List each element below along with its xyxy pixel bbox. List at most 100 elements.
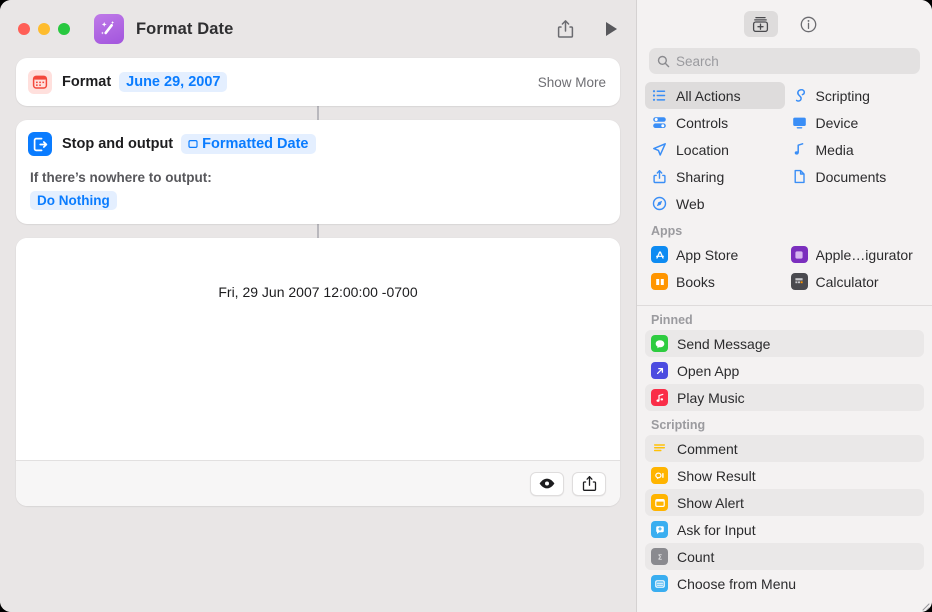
- scripting-icon: [791, 87, 808, 104]
- pinned-section: Pinned Send Message Open App Play Music: [637, 306, 932, 411]
- app-store-icon: [651, 246, 668, 263]
- eye-icon[interactable]: [530, 471, 564, 496]
- minimize-button[interactable]: [38, 23, 50, 35]
- messages-icon: [651, 335, 668, 352]
- books-icon: [651, 273, 668, 290]
- share-icon: [651, 168, 668, 185]
- display-icon: [791, 114, 808, 131]
- apple-configurator-icon: [790, 246, 808, 263]
- category-grid: All Actions Scripting Controls Device Lo…: [637, 74, 932, 217]
- controls-icon: [651, 114, 668, 131]
- search-input[interactable]: Search: [649, 48, 920, 74]
- category-scripting[interactable]: Scripting: [785, 82, 925, 109]
- category-label: All Actions: [676, 87, 741, 104]
- shortcuts-window: Format Date Format June 29, 2007 Show Mo…: [0, 0, 932, 612]
- resize-handle[interactable]: [918, 598, 930, 611]
- section-header-apps: Apps: [651, 224, 683, 238]
- list-item-choose-from-menu[interactable]: Choose from Menu: [645, 570, 924, 597]
- category-device[interactable]: Device: [785, 109, 925, 136]
- share-icon[interactable]: [572, 471, 606, 496]
- app-label: Calculator: [815, 273, 879, 290]
- magic-wand-icon: [94, 14, 124, 44]
- calendar-icon: [28, 70, 52, 94]
- apps-section: App Store Apple…igurator Books Calculato…: [637, 241, 932, 303]
- open-app-icon: [651, 362, 668, 379]
- document-icon: [791, 168, 808, 185]
- close-button[interactable]: [18, 23, 30, 35]
- app-label: App Store: [676, 246, 739, 263]
- variable-icon: [188, 140, 198, 149]
- list-item-label: Show Alert: [677, 494, 744, 511]
- zoom-button[interactable]: [58, 23, 70, 35]
- tab-info[interactable]: [792, 11, 826, 37]
- list-item-open-app[interactable]: Open App: [645, 357, 924, 384]
- category-sharing[interactable]: Sharing: [645, 163, 785, 190]
- action-header: Stop and output Formatted Date: [28, 132, 606, 156]
- list-item-label: Show Result: [677, 467, 756, 484]
- titlebar-actions: [554, 0, 622, 58]
- action-label: Stop and output: [62, 136, 174, 152]
- category-label: Scripting: [815, 87, 870, 104]
- list-item-label: Send Message: [677, 335, 771, 352]
- list-item-comment[interactable]: Comment: [645, 435, 924, 462]
- preview-body: Fri, 29 Jun 2007 12:00:00 -0700: [16, 238, 620, 460]
- list-icon: [651, 87, 668, 104]
- preview-toolbar: [16, 460, 620, 506]
- category-media[interactable]: Media: [785, 136, 925, 163]
- ask-input-icon: [651, 521, 668, 538]
- choose-menu-icon: [651, 575, 668, 592]
- category-documents[interactable]: Documents: [785, 163, 925, 190]
- sidebar-toolbar: [637, 0, 932, 48]
- action-label: Format: [62, 74, 112, 90]
- share-icon[interactable]: [554, 18, 576, 40]
- app-item-app-store[interactable]: App Store: [645, 241, 785, 268]
- action-card-stop-and-output[interactable]: Stop and output Formatted Date If there’…: [16, 120, 620, 224]
- category-label: Sharing: [676, 168, 725, 185]
- section-header-pinned: Pinned: [651, 313, 693, 327]
- list-item-count[interactable]: Σ Count: [645, 543, 924, 570]
- tab-actions-library[interactable]: [743, 11, 778, 37]
- count-icon: Σ: [651, 548, 668, 565]
- shortcut-editor-pane: Format Date Format June 29, 2007 Show Mo…: [0, 0, 636, 612]
- category-location[interactable]: Location: [645, 136, 785, 163]
- category-web[interactable]: Web: [645, 190, 785, 217]
- app-item-books[interactable]: Books: [645, 268, 785, 295]
- do-nothing-chip[interactable]: Do Nothing: [30, 191, 117, 210]
- list-item-label: Play Music: [677, 389, 745, 406]
- app-item-calculator[interactable]: Calculator: [785, 268, 925, 295]
- category-label: Location: [676, 141, 729, 158]
- category-label: Media: [815, 141, 854, 158]
- actions-library-sidebar: Search All Actions Scripting Controls De…: [636, 0, 932, 612]
- play-icon[interactable]: [600, 18, 622, 40]
- list-item-label: Ask for Input: [677, 521, 756, 538]
- output-fallback-label: If there’s nowhere to output:: [30, 170, 212, 185]
- list-item-show-result[interactable]: Show Result: [645, 462, 924, 489]
- app-item-apple-configurator[interactable]: Apple…igurator: [785, 241, 925, 268]
- action-connector: [317, 106, 319, 120]
- list-item-send-message[interactable]: Send Message: [645, 330, 924, 357]
- formatted-date-token[interactable]: Formatted Date: [181, 134, 316, 154]
- list-item-label: Choose from Menu: [677, 575, 797, 592]
- calculator-icon: [790, 273, 808, 290]
- action-card-format[interactable]: Format June 29, 2007 Show More: [16, 58, 620, 106]
- pinned-list: Send Message Open App Play Music: [637, 330, 932, 411]
- category-controls[interactable]: Controls: [645, 109, 785, 136]
- list-item-play-music[interactable]: Play Music: [645, 384, 924, 411]
- music-note-icon: [791, 141, 808, 158]
- actions-list: Format June 29, 2007 Show More Stop and …: [0, 58, 636, 506]
- stop-output-icon: [28, 132, 52, 156]
- list-item-ask-for-input[interactable]: Ask for Input: [645, 516, 924, 543]
- list-item-show-alert[interactable]: Show Alert: [645, 489, 924, 516]
- app-label: Apple…igurator: [815, 246, 913, 263]
- show-more-button[interactable]: Show More: [538, 75, 606, 90]
- app-label: Books: [676, 273, 715, 290]
- category-label: Documents: [815, 168, 887, 185]
- show-alert-icon: [651, 494, 668, 511]
- date-token[interactable]: June 29, 2007: [119, 72, 228, 92]
- category-all-actions[interactable]: All Actions: [645, 82, 785, 109]
- list-item-label: Open App: [677, 362, 740, 379]
- page-title: Format Date: [136, 19, 234, 38]
- title-bar: Format Date: [0, 0, 636, 58]
- location-icon: [651, 141, 668, 158]
- search-placeholder: Search: [676, 53, 719, 69]
